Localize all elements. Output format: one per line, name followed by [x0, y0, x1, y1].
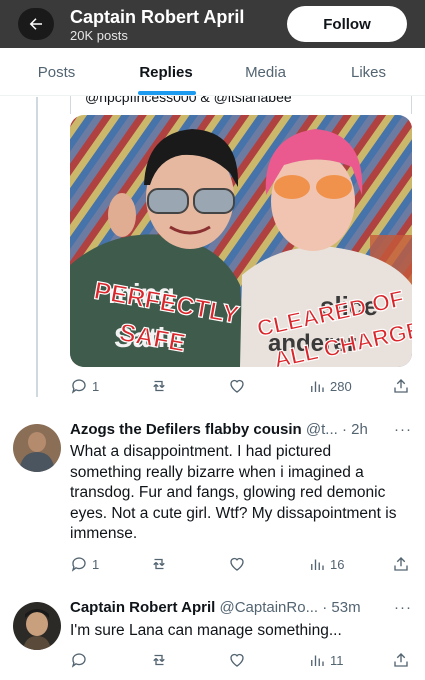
- tweet-text: What a disappointment. I had pictured so…: [70, 443, 397, 542]
- view-count: 11: [330, 652, 344, 668]
- analytics-icon: [311, 381, 324, 392]
- views-button[interactable]: 11: [308, 648, 344, 672]
- quoted-post-handles: @hpcpfincess000 & @itslanabee: [85, 96, 292, 105]
- views-button[interactable]: 280: [308, 374, 352, 398]
- reply-icon: [71, 653, 86, 668]
- view-count: 16: [330, 556, 345, 572]
- share-icon: [394, 379, 408, 393]
- tweet-time[interactable]: 2h: [351, 421, 368, 438]
- heart-icon: [230, 653, 244, 667]
- reply-button[interactable]: [70, 648, 88, 672]
- like-button[interactable]: [228, 374, 246, 398]
- share-button[interactable]: [392, 552, 410, 576]
- reply-icon: [71, 379, 86, 394]
- analytics-icon: [311, 559, 324, 570]
- tab-media[interactable]: Media: [219, 48, 312, 96]
- tweet-text: I'm sure Lana can manage something...: [70, 622, 342, 639]
- like-button[interactable]: [228, 552, 246, 576]
- view-count: 280: [330, 378, 352, 394]
- reply-button[interactable]: 1: [70, 552, 99, 576]
- share-button[interactable]: [392, 648, 410, 672]
- profile-header: Captain Robert April 20K posts Follow: [0, 0, 425, 48]
- reply-button[interactable]: 1: [70, 374, 99, 398]
- views-button[interactable]: 16: [308, 552, 344, 576]
- tweet-header: Captain Robert April @CaptainRo... · 53m…: [70, 598, 412, 618]
- more-options-icon[interactable]: ···: [394, 420, 412, 440]
- post-count: 20K posts: [70, 28, 128, 43]
- heart-icon: [230, 379, 244, 393]
- back-button[interactable]: [18, 8, 54, 40]
- tweet-actions: 1 16: [70, 552, 412, 576]
- reply-count: 1: [92, 378, 100, 394]
- profile-name: Captain Robert April: [70, 7, 245, 27]
- tweet-header: Azogs the Defilers flabby cousin @t... ·…: [70, 420, 412, 440]
- post-image[interactable]: ming Satin slice anderer PERFECTLY SAFE …: [70, 115, 412, 367]
- repost-button[interactable]: [150, 648, 168, 672]
- post-actions: 1 280: [70, 374, 412, 398]
- reply-count: 1: [92, 556, 100, 572]
- tab-posts[interactable]: Posts: [0, 48, 113, 96]
- author-name[interactable]: Azogs the Defilers flabby cousin: [70, 421, 302, 438]
- tab-replies[interactable]: Replies: [113, 48, 219, 96]
- repost-icon: [153, 558, 165, 570]
- quoted-post-card[interactable]: @hpcpfincess000 & @itslanabee: [70, 96, 412, 114]
- repost-button[interactable]: [150, 374, 168, 398]
- author-name[interactable]: Captain Robert April: [70, 599, 215, 616]
- tweet-time[interactable]: 53m: [331, 599, 360, 616]
- tab-likes[interactable]: Likes: [312, 48, 425, 96]
- arrow-left-icon: [29, 18, 42, 30]
- repost-icon: [153, 380, 165, 392]
- share-icon: [394, 557, 408, 571]
- share-icon: [394, 653, 408, 667]
- profile-tabs: Posts Replies Media Likes: [0, 48, 425, 96]
- analytics-icon: [311, 655, 324, 666]
- like-button[interactable]: [228, 648, 246, 672]
- repost-button[interactable]: [150, 552, 168, 576]
- author-handle[interactable]: @CaptainRo...: [219, 599, 318, 616]
- header-title-block: Captain Robert April 20K posts: [70, 6, 244, 43]
- avatar[interactable]: [13, 602, 61, 650]
- author-handle[interactable]: @t...: [306, 421, 338, 438]
- active-tab-indicator: [138, 91, 196, 95]
- follow-button[interactable]: Follow: [287, 6, 407, 42]
- more-options-icon[interactable]: ···: [394, 598, 412, 618]
- avatar[interactable]: [13, 424, 61, 472]
- thread-connector: [36, 97, 38, 397]
- tweet-actions: 11: [70, 648, 412, 672]
- repost-icon: [153, 654, 165, 666]
- heart-icon: [230, 557, 244, 571]
- share-button[interactable]: [392, 374, 410, 398]
- reply-icon: [71, 557, 86, 572]
